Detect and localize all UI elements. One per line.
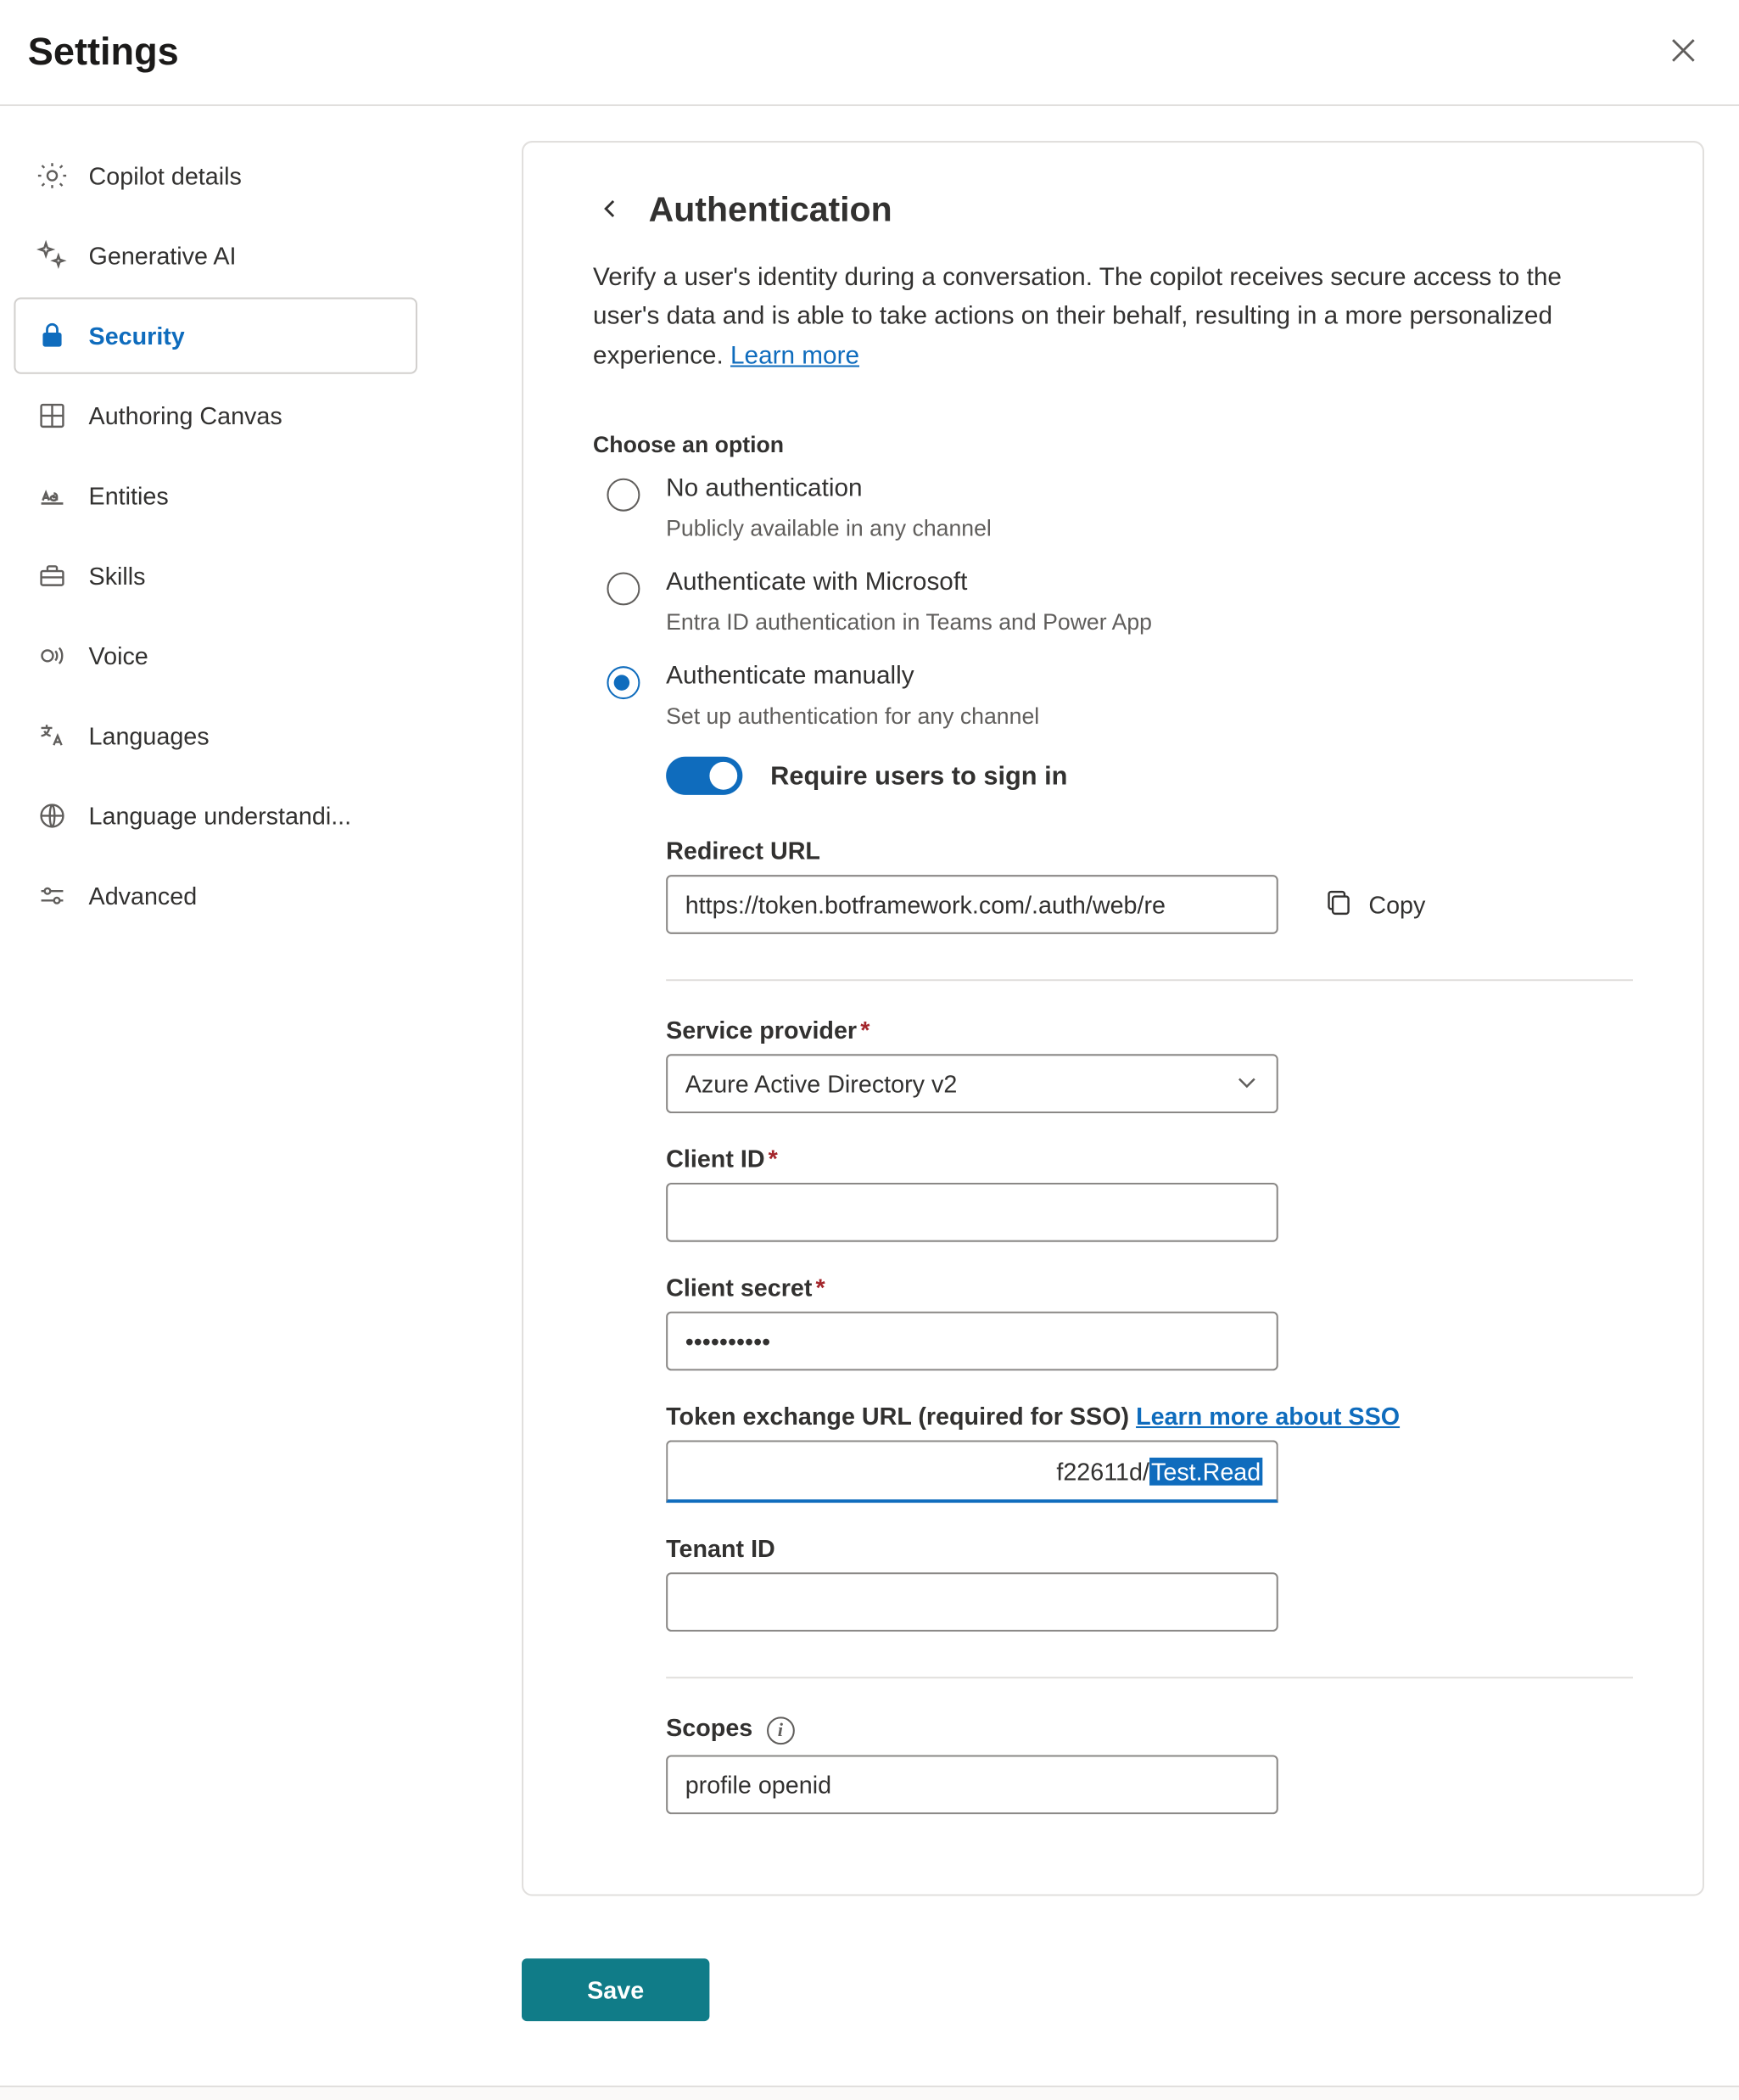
client-secret-input[interactable] [666,1313,1278,1372]
redirect-url-input[interactable] [666,876,1278,935]
sidebar-item-label: Copilot details [89,162,242,190]
token-exchange-value-plain: f22611d/ [1056,1458,1149,1486]
require-signin-toggle[interactable] [666,758,742,796]
learn-more-link[interactable]: Learn more [730,343,859,371]
save-button[interactable]: Save [522,1958,709,2021]
radio-icon [607,573,640,606]
client-id-label: Client ID* [666,1145,1633,1173]
sidebar-item-label: Skills [89,562,146,590]
close-icon [1669,36,1697,69]
radio-label: No authentication [666,475,1633,503]
section-title: Authentication [649,192,892,232]
radio-icon [607,479,640,512]
service-provider-select[interactable]: Azure Active Directory v2 [666,1055,1278,1114]
sidebar-item-label: Generative AI [89,242,237,270]
token-exchange-value-selection: Test.Read [1149,1458,1262,1486]
require-signin-label: Require users to sign in [770,762,1067,792]
auth-option-microsoft[interactable]: Authenticate with Microsoft Entra ID aut… [593,569,1633,636]
select-value: Azure Active Directory v2 [685,1071,958,1099]
page-title: Settings [28,30,179,75]
sidebar-item-languages[interactable]: Languages [14,697,417,774]
scopes-input[interactable] [666,1755,1278,1814]
globe-icon [36,800,68,832]
token-exchange-label: Token exchange URL (required for SSO) Le… [666,1403,1633,1431]
copy-label: Copy [1368,891,1425,919]
client-secret-label: Client secret* [666,1274,1633,1302]
radio-sublabel: Publicly available in any channel [666,516,1633,542]
sidebar-item-label: Languages [89,722,210,750]
radio-label: Authenticate manually [666,664,1633,692]
sparkle-icon [36,240,68,272]
choose-option-label: Choose an option [593,432,1633,458]
sidebar-item-label: Security [89,322,185,350]
sidebar-item-authoring-canvas[interactable]: Authoring Canvas [14,378,417,454]
radio-icon [607,667,640,700]
radio-sublabel: Entra ID authentication in Teams and Pow… [666,609,1633,636]
grid-icon [36,400,68,432]
token-exchange-input[interactable]: f22611d/Test.Read [666,1441,1278,1504]
service-provider-label: Service provider* [666,1016,1633,1044]
radio-sublabel: Set up authentication for any channel [666,703,1633,730]
settings-sidebar: Copilot details Generative AI Security A… [0,106,431,938]
close-button[interactable] [1656,25,1712,81]
copy-button[interactable]: Copy [1313,885,1436,925]
sidebar-item-entities[interactable]: Entities [14,457,417,534]
auth-option-manual[interactable]: Authenticate manually Set up authenticat… [593,664,1633,730]
sliders-icon [36,880,68,911]
sidebar-item-label: Language understandi... [89,802,352,830]
chevron-left-icon [598,197,623,227]
redirect-url-label: Redirect URL [666,837,1633,865]
radio-label: Authenticate with Microsoft [666,569,1633,597]
info-icon[interactable]: i [766,1716,794,1744]
sidebar-item-language-understanding[interactable]: Language understandi... [14,777,417,854]
sidebar-item-label: Advanced [89,882,198,910]
sidebar-item-label: Entities [89,482,169,510]
chevron-down-icon [1235,1070,1260,1100]
tenant-id-label: Tenant ID [666,1535,1633,1563]
authentication-panel: Authentication Verify a user's identity … [522,141,1704,1896]
back-button[interactable] [593,194,628,229]
lock-icon [36,320,68,351]
tenant-id-input[interactable] [666,1573,1278,1632]
briefcase-icon [36,560,68,591]
auth-option-none[interactable]: No authentication Publicly available in … [593,475,1633,541]
section-description: Verify a user's identity during a conver… [593,259,1633,376]
client-id-input[interactable] [666,1184,1278,1243]
gear-icon [36,160,68,192]
sidebar-item-copilot-details[interactable]: Copilot details [14,137,417,214]
sidebar-item-advanced[interactable]: Advanced [14,858,417,934]
sidebar-item-security[interactable]: Security [14,298,417,374]
sidebar-item-skills[interactable]: Skills [14,537,417,613]
settings-header: Settings [0,0,1739,106]
sidebar-item-label: Authoring Canvas [89,402,282,430]
sso-learn-more-link[interactable]: Learn more about SSO [1136,1403,1400,1431]
voice-icon [36,640,68,671]
copy-icon [1323,887,1355,923]
text-icon [36,480,68,512]
sidebar-item-label: Voice [89,641,148,669]
scopes-label: Scopes i [666,1714,1633,1744]
translate-icon [36,720,68,752]
sidebar-item-generative-ai[interactable]: Generative AI [14,217,417,294]
sidebar-item-voice[interactable]: Voice [14,618,417,694]
